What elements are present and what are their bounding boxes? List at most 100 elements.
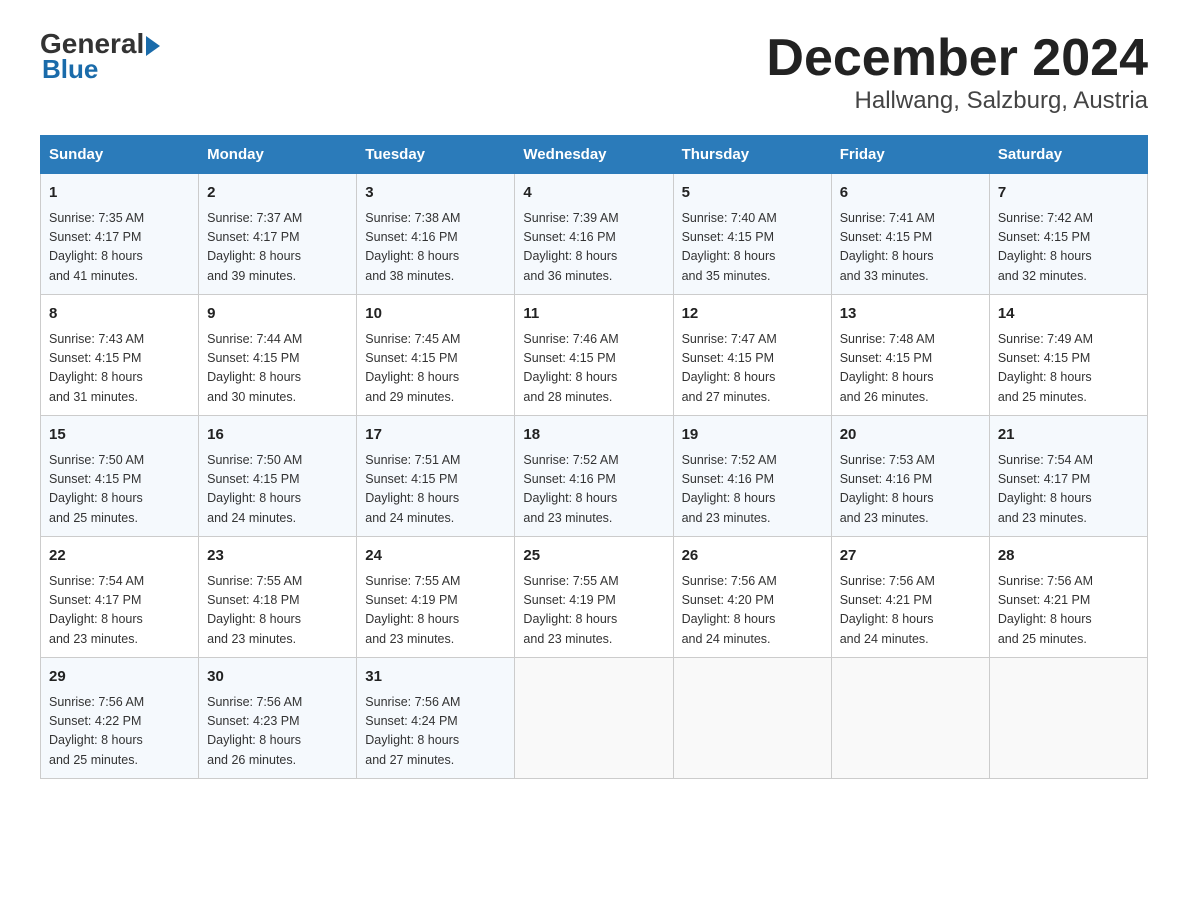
calendar-cell <box>831 658 989 779</box>
day-number: 5 <box>682 182 823 205</box>
location-title: Hallwang, Salzburg, Austria <box>766 87 1148 115</box>
calendar-cell: 4 Sunrise: 7:39 AMSunset: 4:16 PMDaylight… <box>515 174 673 295</box>
day-number: 18 <box>523 424 664 447</box>
day-detail: Sunrise: 7:55 AMSunset: 4:18 PMDaylight:… <box>207 572 348 650</box>
day-number: 27 <box>840 545 981 568</box>
day-detail: Sunrise: 7:55 AMSunset: 4:19 PMDaylight:… <box>523 572 664 650</box>
weekday-header-monday: Monday <box>199 136 357 174</box>
day-number: 26 <box>682 545 823 568</box>
weekday-header-friday: Friday <box>831 136 989 174</box>
day-detail: Sunrise: 7:40 AMSunset: 4:15 PMDaylight:… <box>682 209 823 287</box>
day-number: 14 <box>998 303 1139 326</box>
day-detail: Sunrise: 7:49 AMSunset: 4:15 PMDaylight:… <box>998 330 1139 408</box>
day-number: 7 <box>998 182 1139 205</box>
calendar-cell: 27 Sunrise: 7:56 AMSunset: 4:21 PMDayligh… <box>831 537 989 658</box>
calendar-cell: 11Sunrise: 7:46 AMSunset: 4:15 PMDayligh… <box>515 295 673 416</box>
day-detail: Sunrise: 7:50 AMSunset: 4:15 PMDaylight:… <box>49 451 190 529</box>
title-block: December 2024 Hallwang, Salzburg, Austri… <box>766 30 1148 115</box>
calendar-cell: 13 Sunrise: 7:48 AMSunset: 4:15 PMDayligh… <box>831 295 989 416</box>
day-detail: Sunrise: 7:52 AMSunset: 4:16 PMDaylight:… <box>523 451 664 529</box>
calendar-week-row: 8Sunrise: 7:43 AMSunset: 4:15 PMDaylight… <box>41 295 1148 416</box>
day-detail: Sunrise: 7:47 AMSunset: 4:15 PMDaylight:… <box>682 330 823 408</box>
day-number: 4 <box>523 182 664 205</box>
calendar-week-row: 22Sunrise: 7:54 AMSunset: 4:17 PMDayligh… <box>41 537 1148 658</box>
day-detail: Sunrise: 7:39 AMSunset: 4:16 PMDaylight:… <box>523 209 664 287</box>
day-detail: Sunrise: 7:56 AMSunset: 4:23 PMDaylight:… <box>207 693 348 771</box>
day-detail: Sunrise: 7:43 AMSunset: 4:15 PMDaylight:… <box>49 330 190 408</box>
calendar-cell: 26 Sunrise: 7:56 AMSunset: 4:20 PMDayligh… <box>673 537 831 658</box>
day-detail: Sunrise: 7:53 AMSunset: 4:16 PMDaylight:… <box>840 451 981 529</box>
calendar-cell: 18 Sunrise: 7:52 AMSunset: 4:16 PMDayligh… <box>515 416 673 537</box>
day-detail: Sunrise: 7:48 AMSunset: 4:15 PMDaylight:… <box>840 330 981 408</box>
day-number: 25 <box>523 545 664 568</box>
day-detail: Sunrise: 7:56 AMSunset: 4:22 PMDaylight:… <box>49 693 190 771</box>
calendar-cell: 14 Sunrise: 7:49 AMSunset: 4:15 PMDayligh… <box>989 295 1147 416</box>
calendar-cell: 7 Sunrise: 7:42 AMSunset: 4:15 PMDaylight… <box>989 174 1147 295</box>
day-number: 1 <box>49 182 190 205</box>
day-number: 29 <box>49 666 190 689</box>
day-detail: Sunrise: 7:35 AMSunset: 4:17 PMDaylight:… <box>49 209 190 287</box>
calendar-cell: 25 Sunrise: 7:55 AMSunset: 4:19 PMDayligh… <box>515 537 673 658</box>
calendar-cell: 5 Sunrise: 7:40 AMSunset: 4:15 PMDaylight… <box>673 174 831 295</box>
calendar-cell: 19Sunrise: 7:52 AMSunset: 4:16 PMDayligh… <box>673 416 831 537</box>
calendar-cell: 6Sunrise: 7:41 AMSunset: 4:15 PMDaylight… <box>831 174 989 295</box>
day-detail: Sunrise: 7:52 AMSunset: 4:16 PMDaylight:… <box>682 451 823 529</box>
day-detail: Sunrise: 7:51 AMSunset: 4:15 PMDaylight:… <box>365 451 506 529</box>
calendar-cell: 16 Sunrise: 7:50 AMSunset: 4:15 PMDayligh… <box>199 416 357 537</box>
day-number: 15 <box>49 424 190 447</box>
day-detail: Sunrise: 7:56 AMSunset: 4:21 PMDaylight:… <box>840 572 981 650</box>
day-detail: Sunrise: 7:55 AMSunset: 4:19 PMDaylight:… <box>365 572 506 650</box>
calendar-week-row: 29 Sunrise: 7:56 AMSunset: 4:22 PMDayligh… <box>41 658 1148 779</box>
day-detail: Sunrise: 7:56 AMSunset: 4:20 PMDaylight:… <box>682 572 823 650</box>
calendar-cell: 12Sunrise: 7:47 AMSunset: 4:15 PMDayligh… <box>673 295 831 416</box>
calendar-cell: 30 Sunrise: 7:56 AMSunset: 4:23 PMDayligh… <box>199 658 357 779</box>
day-number: 16 <box>207 424 348 447</box>
weekday-header-sunday: Sunday <box>41 136 199 174</box>
day-detail: Sunrise: 7:42 AMSunset: 4:15 PMDaylight:… <box>998 209 1139 287</box>
day-number: 13 <box>840 303 981 326</box>
day-number: 31 <box>365 666 506 689</box>
day-detail: Sunrise: 7:50 AMSunset: 4:15 PMDaylight:… <box>207 451 348 529</box>
day-number: 3 <box>365 182 506 205</box>
day-number: 30 <box>207 666 348 689</box>
calendar-cell: 22Sunrise: 7:54 AMSunset: 4:17 PMDayligh… <box>41 537 199 658</box>
day-number: 2 <box>207 182 348 205</box>
day-detail: Sunrise: 7:54 AMSunset: 4:17 PMDaylight:… <box>49 572 190 650</box>
day-detail: Sunrise: 7:54 AMSunset: 4:17 PMDaylight:… <box>998 451 1139 529</box>
day-number: 10 <box>365 303 506 326</box>
calendar-cell: 2 Sunrise: 7:37 AMSunset: 4:17 PMDaylight… <box>199 174 357 295</box>
calendar-cell: 17 Sunrise: 7:51 AMSunset: 4:15 PMDayligh… <box>357 416 515 537</box>
day-number: 20 <box>840 424 981 447</box>
day-number: 17 <box>365 424 506 447</box>
day-number: 21 <box>998 424 1139 447</box>
day-number: 11 <box>523 303 664 326</box>
weekday-header-row: SundayMondayTuesdayWednesdayThursdayFrid… <box>41 136 1148 174</box>
calendar-cell: 1 Sunrise: 7:35 AMSunset: 4:17 PMDaylight… <box>41 174 199 295</box>
day-detail: Sunrise: 7:56 AMSunset: 4:24 PMDaylight:… <box>365 693 506 771</box>
calendar-cell: 21 Sunrise: 7:54 AMSunset: 4:17 PMDayligh… <box>989 416 1147 537</box>
day-number: 23 <box>207 545 348 568</box>
calendar-cell: 10 Sunrise: 7:45 AMSunset: 4:15 PMDayligh… <box>357 295 515 416</box>
day-detail: Sunrise: 7:45 AMSunset: 4:15 PMDaylight:… <box>365 330 506 408</box>
weekday-header-saturday: Saturday <box>989 136 1147 174</box>
calendar-week-row: 1 Sunrise: 7:35 AMSunset: 4:17 PMDaylight… <box>41 174 1148 295</box>
calendar-cell: 8Sunrise: 7:43 AMSunset: 4:15 PMDaylight… <box>41 295 199 416</box>
day-detail: Sunrise: 7:38 AMSunset: 4:16 PMDaylight:… <box>365 209 506 287</box>
logo-triangle-icon <box>146 36 160 56</box>
day-number: 24 <box>365 545 506 568</box>
calendar-cell <box>673 658 831 779</box>
calendar-cell: 29 Sunrise: 7:56 AMSunset: 4:22 PMDayligh… <box>41 658 199 779</box>
weekday-header-wednesday: Wednesday <box>515 136 673 174</box>
logo-blue-text: Blue <box>40 54 98 85</box>
weekday-header-thursday: Thursday <box>673 136 831 174</box>
calendar-cell: 28Sunrise: 7:56 AMSunset: 4:21 PMDayligh… <box>989 537 1147 658</box>
day-detail: Sunrise: 7:41 AMSunset: 4:15 PMDaylight:… <box>840 209 981 287</box>
calendar-cell: 31 Sunrise: 7:56 AMSunset: 4:24 PMDayligh… <box>357 658 515 779</box>
calendar-week-row: 15 Sunrise: 7:50 AMSunset: 4:15 PMDayligh… <box>41 416 1148 537</box>
calendar-cell: 3 Sunrise: 7:38 AMSunset: 4:16 PMDaylight… <box>357 174 515 295</box>
month-title: December 2024 <box>766 30 1148 87</box>
day-detail: Sunrise: 7:37 AMSunset: 4:17 PMDaylight:… <box>207 209 348 287</box>
calendar-cell: 23 Sunrise: 7:55 AMSunset: 4:18 PMDayligh… <box>199 537 357 658</box>
calendar-table: SundayMondayTuesdayWednesdayThursdayFrid… <box>40 135 1148 779</box>
day-detail: Sunrise: 7:56 AMSunset: 4:21 PMDaylight:… <box>998 572 1139 650</box>
